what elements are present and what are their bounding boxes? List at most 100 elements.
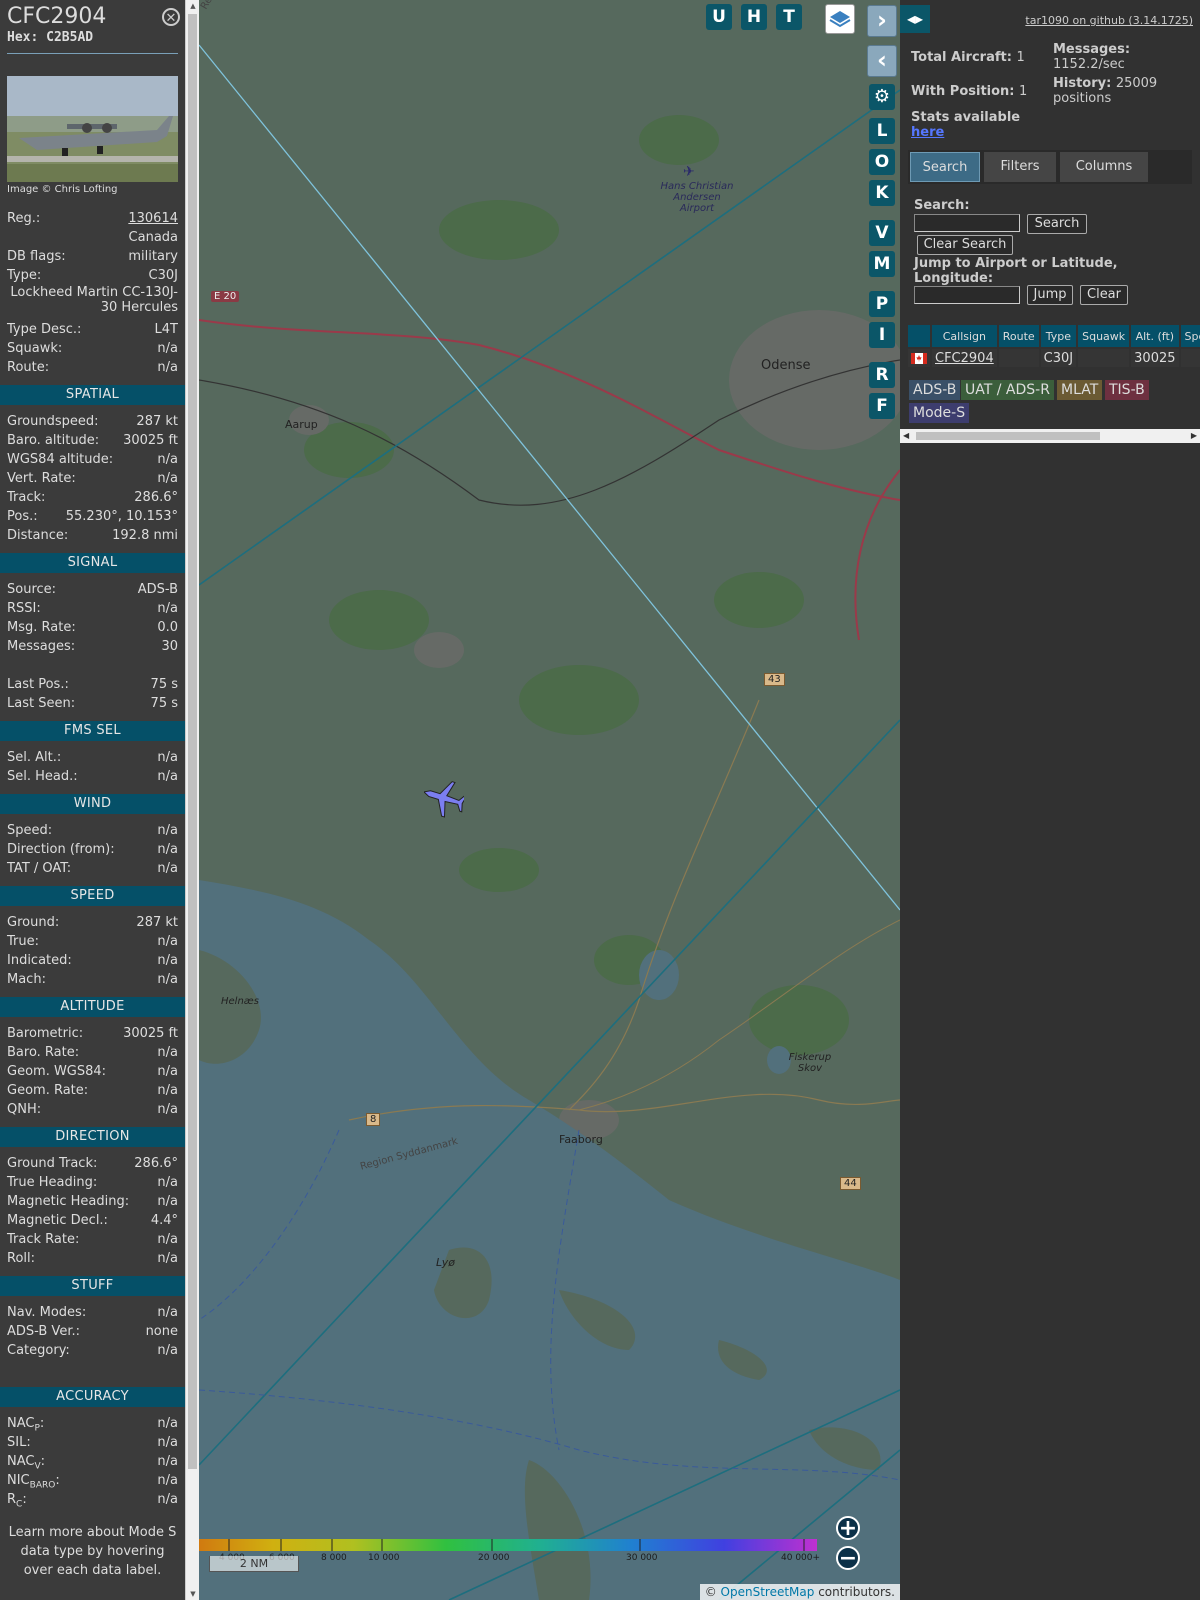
zoom-out-button[interactable]: −: [836, 1546, 860, 1570]
scroll-down-arrow[interactable]: ▼: [186, 1588, 200, 1600]
info-label[interactable]: Geom. WGS84:: [7, 1062, 106, 1081]
info-label[interactable]: QNH:: [7, 1100, 41, 1119]
info-label[interactable]: DB flags:: [7, 247, 66, 266]
registration-link[interactable]: 130614: [128, 211, 178, 226]
info-label[interactable]: Last Pos.:: [7, 675, 69, 694]
close-icon[interactable]: ✕: [162, 8, 180, 26]
route-cell: [998, 349, 1039, 367]
column-header[interactable]: [908, 325, 930, 347]
column-header[interactable]: Alt. (ft): [1131, 325, 1179, 347]
info-value: 30025 ft: [123, 433, 178, 448]
info-label[interactable]: Type:: [7, 266, 41, 285]
scroll-right-arrow[interactable]: ▶: [1191, 429, 1197, 443]
info-label[interactable]: Direction (from):: [7, 840, 115, 859]
info-label[interactable]: Baro. altitude:: [7, 431, 99, 450]
aircraft-details: Reg.: 130614 Canada DB flags: military Type: C…: [0, 209, 185, 285]
info-label[interactable]: ADS-B Ver.:: [7, 1322, 80, 1341]
info-label[interactable]: NACP:: [7, 1414, 44, 1434]
info-label[interactable]: Msg. Rate:: [7, 618, 76, 637]
info-value: n/a: [157, 1083, 178, 1098]
info-label[interactable]: Geom. Rate:: [7, 1081, 88, 1100]
info-label[interactable]: Nav. Modes:: [7, 1303, 86, 1322]
button-f[interactable]: F: [869, 393, 895, 419]
button-v[interactable]: V: [869, 220, 895, 246]
layers-icon[interactable]: [825, 4, 855, 34]
scrollbar-thumb[interactable]: [188, 14, 197, 1469]
column-header[interactable]: Type: [1040, 325, 1077, 347]
info-row: RC: n/a: [0, 1490, 185, 1510]
button-o[interactable]: O: [869, 149, 895, 175]
info-label[interactable]: Source:: [7, 580, 56, 599]
info-label[interactable]: Reg.:: [7, 209, 40, 228]
info-label[interactable]: Ground Track:: [7, 1154, 97, 1173]
info-row: Vert. Rate: n/a: [0, 469, 185, 488]
info-label[interactable]: NACV:: [7, 1452, 45, 1472]
callsign-link[interactable]: CFC2904: [935, 351, 994, 366]
scroll-up-arrow[interactable]: ▲: [186, 0, 200, 12]
info-panel-scrollbar[interactable]: ▲ ▼: [185, 0, 199, 1600]
info-label[interactable]: Track Rate:: [7, 1230, 79, 1249]
info-value[interactable]: 130614: [128, 209, 178, 228]
button-h[interactable]: H: [741, 4, 767, 30]
info-label[interactable]: Messages:: [7, 637, 75, 656]
info-label[interactable]: Indicated:: [7, 951, 72, 970]
table-hscrollbar[interactable]: ◀ ▶: [900, 429, 1200, 443]
collapse-left-button[interactable]: ‹: [867, 45, 897, 77]
info-label[interactable]: Category:: [7, 1341, 70, 1360]
info-value: none: [145, 1324, 178, 1339]
info-label[interactable]: Mach:: [7, 970, 46, 989]
info-label[interactable]: True:: [7, 932, 39, 951]
aircraft-marker-icon[interactable]: [424, 775, 464, 821]
info-label[interactable]: True Heading:: [7, 1173, 97, 1192]
info-label[interactable]: Sel. Head.:: [7, 767, 78, 786]
info-label[interactable]: Distance:: [7, 526, 68, 545]
info-label[interactable]: Vert. Rate:: [7, 469, 76, 488]
column-header[interactable]: Callsign: [932, 325, 997, 347]
hscroll-thumb[interactable]: [916, 432, 1100, 440]
column-header[interactable]: Squawk: [1078, 325, 1130, 347]
info-label[interactable]: SIL:: [7, 1433, 31, 1452]
info-label[interactable]: Groundspeed:: [7, 412, 98, 431]
info-label[interactable]: Pos.:: [7, 507, 38, 526]
info-label[interactable]: Roll:: [7, 1249, 35, 1268]
button-k[interactable]: K: [869, 180, 895, 206]
info-label[interactable]: Route:: [7, 358, 49, 377]
info-label[interactable]: Baro. Rate:: [7, 1043, 79, 1062]
column-header[interactable]: Route: [998, 325, 1039, 347]
info-label[interactable]: Squawk:: [7, 339, 62, 358]
info-label[interactable]: Last Seen:: [7, 694, 75, 713]
info-label[interactable]: TAT / OAT:: [7, 859, 71, 878]
info-label[interactable]: Sel. Alt.:: [7, 748, 61, 767]
info-label[interactable]: Type Desc.:: [7, 320, 81, 339]
button-u[interactable]: U: [706, 4, 732, 30]
button-p[interactable]: P: [869, 291, 895, 317]
info-label[interactable]: WGS84 altitude:: [7, 450, 113, 469]
info-label[interactable]: Barometric:: [7, 1024, 83, 1043]
info-label[interactable]: RC:: [7, 1490, 27, 1510]
info-row: [0, 1360, 185, 1379]
button-r[interactable]: R: [869, 362, 895, 388]
scroll-left-arrow[interactable]: ◀: [903, 429, 909, 443]
info-label[interactable]: Magnetic Heading:: [7, 1192, 129, 1211]
button-i[interactable]: I: [869, 322, 895, 348]
button-m[interactable]: M: [869, 251, 895, 277]
button-t[interactable]: T: [776, 4, 802, 30]
info-label[interactable]: Track:: [7, 488, 45, 507]
map-view[interactable]: Hans Christian Andersen Airport Odense A…: [199, 0, 900, 1600]
info-label[interactable]: Ground:: [7, 913, 59, 932]
osm-link[interactable]: OpenStreetMap: [721, 1585, 815, 1599]
expand-right-button[interactable]: ›: [867, 5, 897, 37]
info-label[interactable]: Magnetic Decl.:: [7, 1211, 108, 1230]
aircraft-photo[interactable]: [7, 76, 178, 182]
info-label[interactable]: Speed:: [7, 821, 52, 840]
flag-cell: [908, 349, 930, 367]
settings-gear-icon[interactable]: ⚙: [869, 84, 895, 110]
zoom-in-button[interactable]: +: [836, 1516, 860, 1540]
section-header-fms-sel: FMS SEL: [0, 721, 185, 741]
table-row[interactable]: CFC2904 C30J 30025: [908, 349, 1200, 367]
info-label[interactable]: RSSI:: [7, 599, 41, 618]
info-label[interactable]: NICBARO:: [7, 1471, 60, 1491]
button-l[interactable]: L: [869, 118, 895, 144]
column-header[interactable]: Spd: [1180, 325, 1200, 347]
info-value: n/a: [157, 861, 178, 876]
